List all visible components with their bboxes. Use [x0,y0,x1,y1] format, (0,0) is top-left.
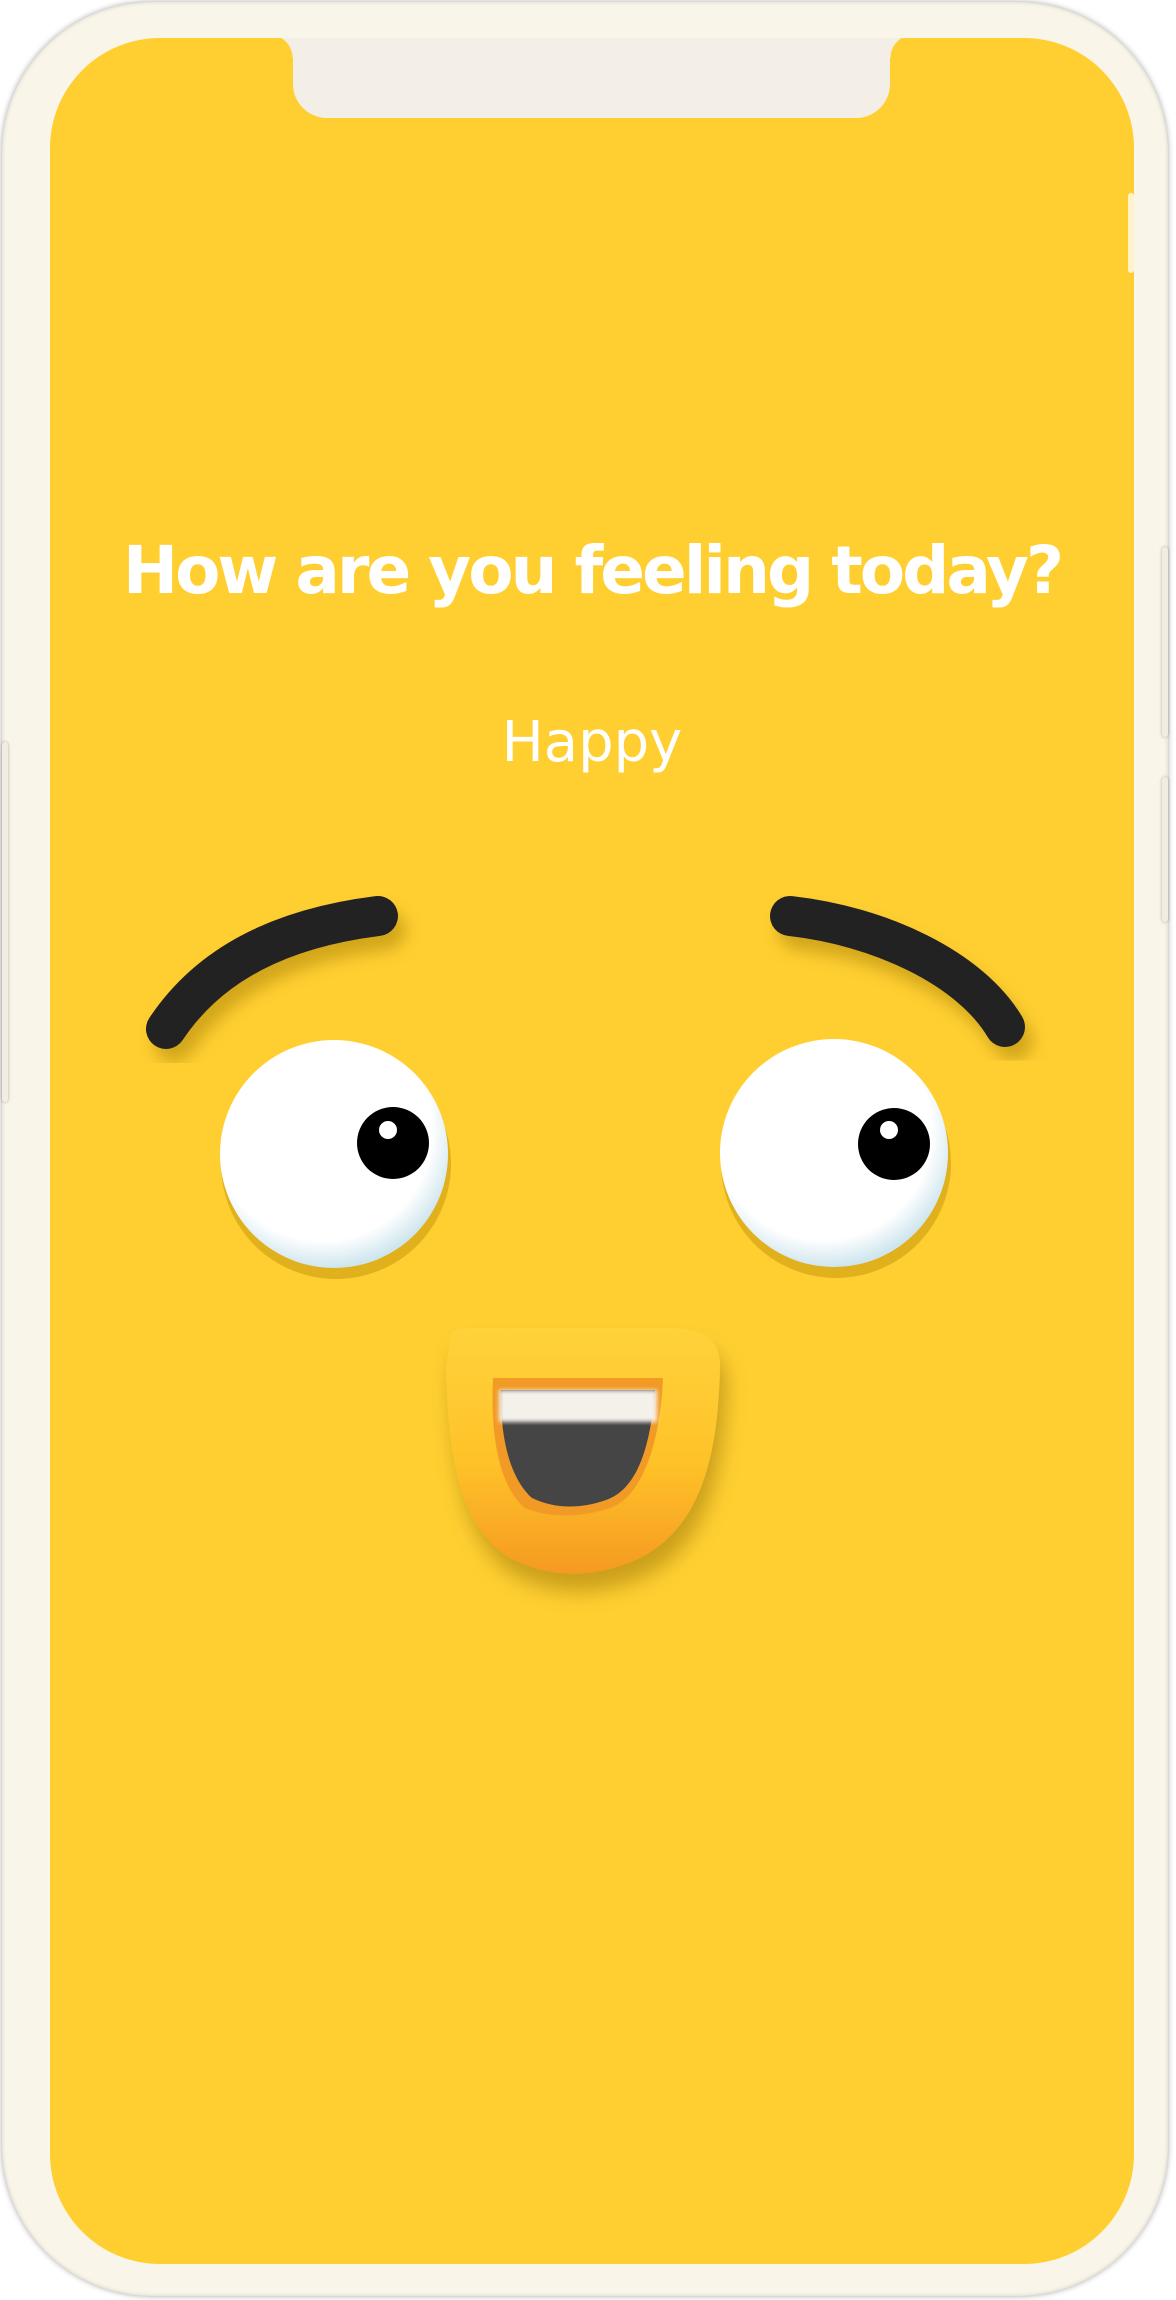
side-button-lower [1162,777,1168,922]
left-eyebrow-icon [146,896,398,1049]
mood-screen: How are you feeling today? Happy [50,38,1134,2264]
left-pupil [357,1107,429,1179]
right-eyebrow-icon [770,896,1025,1047]
volume-button [2,742,8,1102]
phone-frame: How are you feeling today? Happy [2,2,1168,2296]
left-eye-icon [220,1040,451,1279]
side-button-upper [1162,547,1168,737]
mouth-icon [446,1328,721,1574]
right-pupil [858,1108,930,1180]
mood-face[interactable] [50,38,1134,2264]
right-eye-icon [720,1039,951,1278]
